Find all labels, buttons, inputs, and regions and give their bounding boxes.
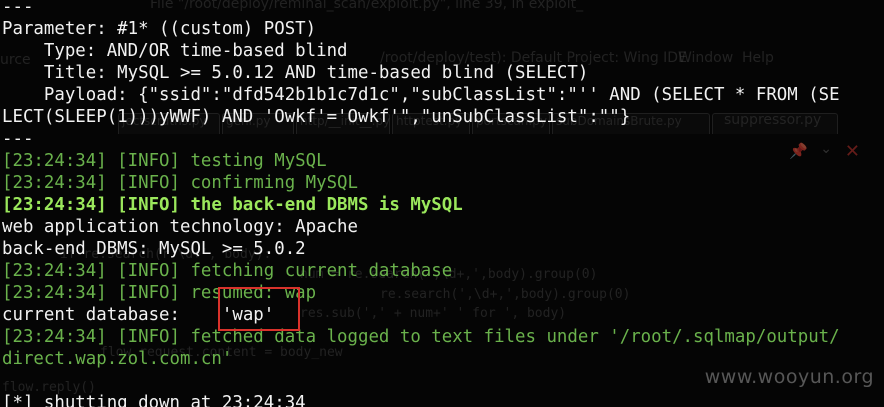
terminal-line: [23:24:34] [INFO] fetched data logged to… <box>2 326 840 348</box>
terminal-line: [23:24:34] [INFO] confirming MySQL <box>2 172 840 194</box>
terminal-line-segment: [23:24:34] [INFO] the back-end DBMS is M… <box>2 195 463 215</box>
terminal-line-segment: [23:24:34] [INFO] fetching current datab… <box>2 261 453 281</box>
terminal-line-segment: [23:24:34] [INFO] fetched data logged to… <box>2 327 840 347</box>
terminal-line: [23:24:34] [INFO] fetching current datab… <box>2 260 840 282</box>
terminal-line: current database: 'wap' <box>2 304 840 326</box>
terminal-line: LECT(SLEEP(1)))yWWF) AND 'Owkf'='Owkf'",… <box>2 106 840 128</box>
terminal-line: --- <box>2 128 840 150</box>
terminal-line-segment: web application technology: Apache <box>2 217 358 237</box>
terminal-line-segment: [23:24:34] [INFO] confirming MySQL <box>2 173 358 193</box>
terminal-line: Parameter: #1* ((custom) POST) <box>2 18 840 40</box>
terminal-window[interactable]: File "/root/deploy/reminal_scan/exploit.… <box>0 0 884 407</box>
terminal-line-segment: --- <box>2 0 34 17</box>
terminal-output: --- Parameter: #1* ((custom) POST) Type: … <box>2 0 840 407</box>
terminal-line: [23:24:34] [INFO] the back-end DBMS is M… <box>2 194 840 216</box>
terminal-line: [23:24:34] [INFO] resumed: wap <box>2 282 840 304</box>
highlight-box <box>218 287 300 331</box>
terminal-line-segment: direct.wap.zol.com.cn' <box>2 349 233 369</box>
terminal-line: Title: MySQL >= 5.0.12 AND time-based bl… <box>2 62 840 84</box>
terminal-line: back-end DBMS: MySQL >= 5.0.2 <box>2 238 840 260</box>
terminal-line: --- <box>2 0 840 18</box>
terminal-line-segment: Type: AND/OR time-based blind <box>2 41 348 61</box>
terminal-line-segment: Title: MySQL >= 5.0.12 AND time-based bl… <box>2 63 589 83</box>
close-icon: ✕ <box>844 141 860 162</box>
terminal-line: [*] shutting down at 23:24:34 <box>2 392 840 407</box>
terminal-line: web application technology: Apache <box>2 216 840 238</box>
terminal-line-segment: [23:24:34] [INFO] testing MySQL <box>2 151 327 171</box>
terminal-line-segment: LECT(SLEEP(1)))yWWF) AND 'Owkf'='Owkf'",… <box>2 107 631 127</box>
watermark: www.wooyun.org <box>704 366 874 388</box>
terminal-line-segment: [*] shutting down at 23:24:34 <box>2 393 306 407</box>
terminal-line-segment: Parameter: #1* ((custom) POST) <box>2 19 317 39</box>
terminal-line: [23:24:34] [INFO] testing MySQL <box>2 150 840 172</box>
terminal-line-segment: current database: <box>2 305 222 325</box>
terminal-line-segment: Payload: {"ssid":"dfd542b1b1c7d1c","subC… <box>2 85 840 105</box>
terminal-line: Payload: {"ssid":"dfd542b1b1c7d1c","subC… <box>2 84 840 106</box>
terminal-line: Type: AND/OR time-based blind <box>2 40 840 62</box>
terminal-line-segment: --- <box>2 129 34 149</box>
terminal-line-segment: back-end DBMS: MySQL >= 5.0.2 <box>2 239 306 259</box>
